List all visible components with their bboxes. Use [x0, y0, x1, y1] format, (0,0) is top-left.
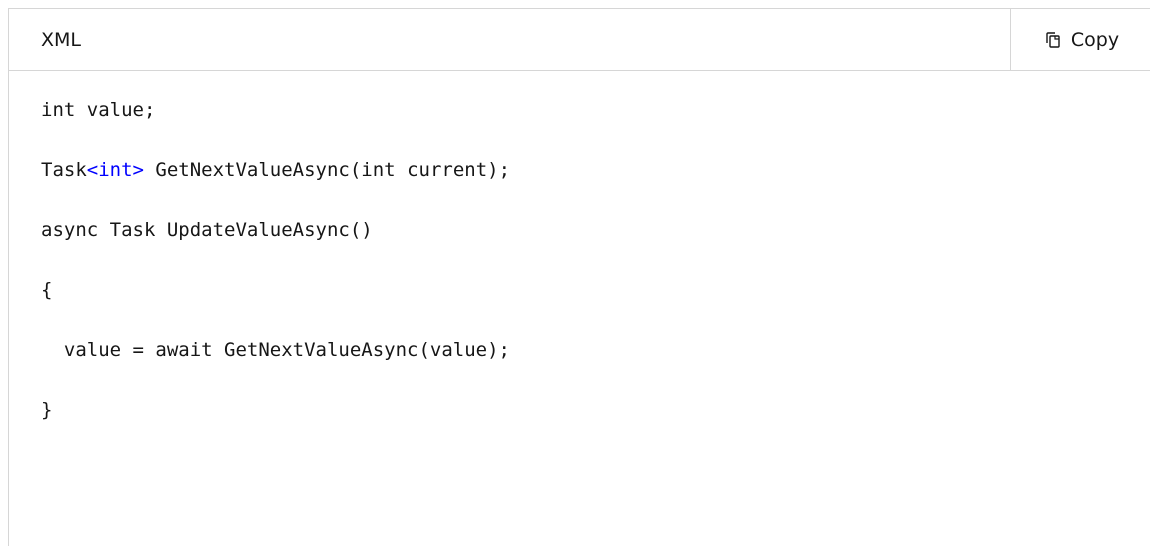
code-line: async Task UpdateValueAsync(): [41, 200, 510, 260]
code-text: async Task UpdateValueAsync(): [41, 219, 373, 241]
code-block: XML Copy int value; Task<int> GetNextVal…: [8, 8, 1150, 546]
code-generic-type: <int>: [86, 159, 144, 181]
code-text: Task: [41, 159, 87, 181]
copy-icon: [1043, 30, 1063, 50]
code-line: }: [41, 380, 510, 440]
code-text: int value;: [41, 99, 156, 121]
code-block-header: XML Copy: [9, 9, 1150, 71]
language-label: XML: [41, 29, 81, 51]
code-text: }: [41, 399, 53, 421]
code-line: {: [41, 260, 510, 320]
code-content: int value; Task<int> GetNextValueAsync(i…: [41, 71, 510, 440]
code-line: value = await GetNextValueAsync(value);: [41, 320, 510, 380]
code-line: Task<int> GetNextValueAsync(int current)…: [41, 140, 510, 200]
code-text: value = await GetNextValueAsync(value);: [41, 339, 510, 361]
copy-label: Copy: [1070, 29, 1120, 51]
code-line: int value;: [41, 80, 510, 140]
copy-button[interactable]: Copy: [1010, 9, 1150, 71]
code-text: GetNextValueAsync(int current);: [143, 159, 511, 181]
code-text: {: [41, 279, 53, 301]
